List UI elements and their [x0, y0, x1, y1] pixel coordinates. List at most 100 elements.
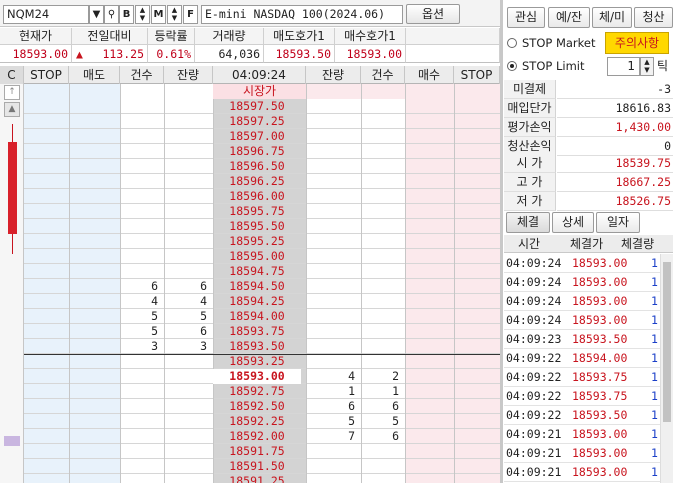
scrollbar-thumb[interactable] — [663, 262, 671, 422]
ladder-price[interactable]: 18597.00 — [213, 129, 301, 144]
stat-label: 평가손익 — [504, 118, 556, 137]
tab-deposit[interactable]: 예/잔 — [548, 7, 590, 28]
quote-header: 거래량 — [195, 28, 264, 45]
ladder-price[interactable]: 18595.25 — [213, 234, 301, 249]
ladder-price[interactable]: 18593.25 — [213, 354, 301, 369]
f-button[interactable]: F — [183, 5, 198, 24]
ladder-price[interactable]: 18591.75 — [213, 444, 301, 459]
stat-value: 1,430.00 — [557, 118, 673, 137]
trade-time: 04:09:22 — [506, 370, 562, 384]
ladder-price[interactable]: 18591.50 — [213, 459, 301, 474]
trade-time: 04:09:21 — [506, 427, 562, 441]
current-price-row[interactable]: 18593.00 — [213, 369, 301, 384]
ladder-price[interactable]: 18592.25 — [213, 414, 301, 429]
tab-trades[interactable]: 체결 — [506, 212, 550, 233]
bid1: 18593.00 — [335, 45, 406, 63]
ladder-price[interactable]: 18594.25 — [213, 294, 301, 309]
trade-qty: 1 — [651, 408, 658, 422]
tab-interest[interactable]: 관심 — [507, 7, 545, 28]
ask-count: 5 — [151, 324, 158, 338]
ladder-price[interactable]: 18596.50 — [213, 159, 301, 174]
m-button[interactable]: M — [151, 5, 166, 24]
stop-market-label: STOP Market — [522, 36, 596, 50]
caution-button[interactable]: 주의사항 — [605, 32, 669, 54]
trade-header-price: 체결가 — [570, 237, 604, 251]
ladder-price[interactable]: 18593.75 — [213, 324, 301, 339]
ladder-price[interactable]: 18596.25 — [213, 174, 301, 189]
ladder-price[interactable]: 18594.75 — [213, 264, 301, 279]
ladder-price[interactable]: 18597.50 — [213, 99, 301, 114]
radio-unchecked-icon[interactable] — [507, 38, 517, 48]
ladder-col-header: STOP — [24, 66, 69, 84]
radio-checked-icon[interactable] — [507, 61, 517, 71]
tab-fills[interactable]: 체/미 — [592, 7, 632, 28]
tab-detail[interactable]: 상세 — [552, 212, 594, 233]
tick-spinner[interactable]: ▲ ▼ — [640, 57, 654, 76]
change-rate: 0.61% — [148, 45, 195, 63]
spin-button[interactable]: ▲ ▼ — [167, 5, 182, 24]
ladder-col-header: 매도 — [69, 66, 120, 84]
b-button[interactable]: B — [119, 5, 134, 24]
trade-price: 18593.75 — [572, 389, 628, 403]
price-ladder: 시장가 18597.50 18597.25 18597.00 18596.75 1859… — [24, 84, 500, 483]
bid-size: 5 — [348, 414, 355, 428]
trade-time: 04:09:24 — [506, 275, 562, 289]
tab-daily[interactable]: 일자 — [596, 212, 640, 233]
spin-button[interactable]: ▲ ▼ — [135, 5, 150, 24]
trade-qty: 1 — [651, 351, 658, 365]
dropdown-arrow-icon[interactable]: ▼ — [89, 5, 104, 24]
ladder-price[interactable]: 18592.75 — [213, 384, 301, 399]
trade-price: 18593.50 — [572, 332, 628, 346]
ladder-price[interactable]: 18596.00 — [213, 189, 301, 204]
trade-time: 04:09:23 — [506, 332, 562, 346]
ladder-price[interactable]: 18594.00 — [213, 309, 301, 324]
trade-time: 04:09:24 — [506, 294, 562, 308]
ladder-price[interactable]: 18591.25 — [213, 474, 301, 483]
triangle-up-icon[interactable]: ▲ — [4, 102, 20, 117]
bid-size: 4 — [348, 369, 355, 383]
bid-size: 1 — [348, 384, 355, 398]
symbol-input[interactable]: NQM24 — [3, 5, 89, 24]
ladder-price[interactable]: 18592.50 — [213, 399, 301, 414]
c-button[interactable]: C — [0, 66, 24, 84]
trade-row: 04:09:21 18593.00 1 — [504, 425, 673, 444]
ask-size: 6 — [200, 324, 207, 338]
ladder-price[interactable]: 18597.25 — [213, 114, 301, 129]
trade-price: 18593.75 — [572, 370, 628, 384]
ladder-price[interactable]: 18595.00 — [213, 249, 301, 264]
ladder-price[interactable]: 18594.50 — [213, 279, 301, 294]
trade-time: 04:09:21 — [506, 465, 562, 479]
symbol-text: NQM24 — [7, 7, 50, 21]
market-order-label[interactable]: 시장가 — [213, 84, 306, 99]
quote-header: 전일대비 — [72, 28, 148, 45]
tab-liquidate[interactable]: 청산 — [634, 7, 673, 28]
stop-market-option[interactable]: STOP Market — [507, 34, 603, 52]
trade-price: 18593.00 — [572, 465, 628, 479]
bid-count: 5 — [392, 414, 399, 428]
panel-divider[interactable] — [500, 0, 503, 483]
order-toolbar: NQM24 ▼ ⚲ B ▲ ▼ M ▲ ▼ F E-mini NASDAQ 100(… — [0, 0, 500, 27]
ladder-price[interactable]: 18592.00 — [213, 429, 301, 444]
ladder-price[interactable]: 18595.75 — [213, 204, 301, 219]
stop-limit-option[interactable]: STOP Limit — [507, 57, 603, 75]
trade-row: 04:09:21 18593.00 1 — [504, 444, 673, 463]
scroll-up-icon[interactable]: ↑ — [4, 85, 20, 100]
trade-price: 18593.00 — [572, 313, 628, 327]
ask-count: 6 — [151, 279, 158, 293]
options-button[interactable]: 옵션 — [406, 4, 460, 24]
ladder-col-header: 매수 — [405, 66, 454, 84]
trade-qty: 1 — [651, 370, 658, 384]
trade-scrollbar[interactable] — [660, 254, 673, 483]
ladder-price[interactable]: 18595.50 — [213, 219, 301, 234]
trade-time: 04:09:22 — [506, 351, 562, 365]
ladder-price[interactable]: 18596.75 — [213, 144, 301, 159]
trade-qty: 1 — [651, 446, 658, 460]
tick-input[interactable]: 1 — [607, 57, 640, 76]
ladder-price[interactable]: 18593.50 — [213, 339, 301, 354]
search-icon[interactable]: ⚲ — [104, 5, 119, 24]
trade-row: 04:09:23 18593.50 1 — [504, 330, 673, 349]
trade-price: 18593.00 — [572, 294, 628, 308]
trade-qty: 1 — [651, 294, 658, 308]
ladder-col-header: 잔량 — [164, 66, 213, 84]
stop-limit-label: STOP Limit — [522, 59, 585, 73]
